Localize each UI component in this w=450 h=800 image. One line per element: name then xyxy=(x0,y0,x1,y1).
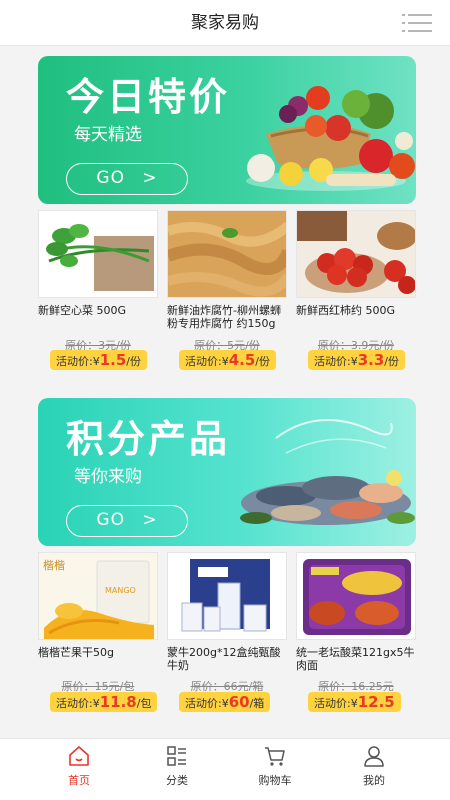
product-name: 统一老坛酸菜121gx5牛肉面 xyxy=(296,646,415,672)
svg-text:MANGO: MANGO xyxy=(105,586,136,595)
banner-subtitle: 等你来购 xyxy=(74,467,142,487)
vegetables-image xyxy=(246,86,415,191)
banner-subtitle: 每天精选 xyxy=(74,125,142,145)
category-icon xyxy=(167,746,186,766)
product-image[interactable] xyxy=(167,210,287,298)
tab-label: 分类 xyxy=(166,774,188,787)
banner-title: 今日特价 xyxy=(66,75,231,119)
product-name: 新鲜油炸腐竹-柳州螺蛳粉专用炸腐竹 约150g xyxy=(167,304,281,330)
home-icon xyxy=(69,746,89,766)
menu-icon[interactable] xyxy=(402,12,432,34)
product-image[interactable]: 楷楷 MANGO xyxy=(38,552,158,640)
product-image[interactable] xyxy=(167,552,287,640)
arrow-icon: > xyxy=(142,168,158,188)
tab-label: 我的 xyxy=(363,774,385,787)
go-button[interactable]: GO > xyxy=(66,505,188,537)
tab-label: 购物车 xyxy=(258,774,292,787)
product-name: 新鲜空心菜 500G xyxy=(38,304,127,317)
promo-value: 60 xyxy=(228,693,250,711)
top-bar: 聚家易购 xyxy=(0,0,450,46)
promo-value: 3.3 xyxy=(357,351,385,369)
promo-value: 1.5 xyxy=(99,351,127,369)
product-name: 新鲜西红柿约 500G xyxy=(296,304,396,317)
promo-price-badge: 活动价:¥3.3/份 xyxy=(308,350,406,370)
seafood-image xyxy=(240,419,415,525)
product-name: 蒙牛200g*12盒纯甄酸牛奶 xyxy=(167,646,281,672)
promo-value: 11.8 xyxy=(99,693,137,711)
promo-price-badge: 活动价:¥1.5/份 xyxy=(50,350,148,370)
go-button[interactable]: GO > xyxy=(66,163,188,195)
promo-prefix: 活动价:¥ xyxy=(314,697,358,710)
promo-prefix: 活动价:¥ xyxy=(185,697,229,710)
promo-unit: /份 xyxy=(384,355,400,368)
points-products-banner[interactable]: 积分产品 等你来购 GO > xyxy=(38,398,416,546)
promo-price-badge: 活动价:¥11.8/包 xyxy=(50,692,158,712)
tab-category[interactable]: 分类 xyxy=(132,739,222,800)
daily-special-banner[interactable]: 今日特价 每天精选 GO > xyxy=(38,56,416,204)
promo-price-badge: 活动价:¥60/箱 xyxy=(179,692,271,712)
go-label: GO xyxy=(96,168,125,188)
tab-home[interactable]: 首页 xyxy=(34,739,124,800)
svg-text:楷楷: 楷楷 xyxy=(43,558,65,572)
product-image[interactable] xyxy=(38,210,158,298)
promo-value: 12.5 xyxy=(357,693,395,711)
promo-prefix: 活动价:¥ xyxy=(314,355,358,368)
promo-prefix: 活动价:¥ xyxy=(56,697,100,710)
banner-title: 积分产品 xyxy=(66,417,231,461)
promo-unit: /箱 xyxy=(249,697,265,710)
promo-prefix: 活动价:¥ xyxy=(56,355,100,368)
tab-label: 首页 xyxy=(68,774,90,787)
promo-unit: /份 xyxy=(255,355,271,368)
promo-value: 4.5 xyxy=(228,351,256,369)
app-root: 聚家易购 今日特价 每天精选 GO > 新鲜空心菜 500G 原价：3元/份 活… xyxy=(0,0,450,800)
go-label: GO xyxy=(96,510,125,530)
promo-prefix: 活动价:¥ xyxy=(185,355,229,368)
user-icon xyxy=(364,746,384,767)
tab-profile[interactable]: 我的 xyxy=(329,739,419,800)
promo-unit: /份 xyxy=(126,355,142,368)
promo-unit: /包 xyxy=(136,697,152,710)
bottom-tab-bar: 首页 分类 购物车 我的 xyxy=(0,738,450,800)
page-title: 聚家易购 xyxy=(191,13,259,33)
product-image[interactable] xyxy=(296,552,416,640)
product-name: 楷楷芒果干50g xyxy=(38,646,114,659)
cart-icon xyxy=(265,747,285,766)
product-image[interactable] xyxy=(296,210,416,298)
arrow-icon: > xyxy=(142,510,158,530)
promo-price-badge: 活动价:¥12.5 xyxy=(308,692,401,712)
tab-cart[interactable]: 购物车 xyxy=(230,739,320,800)
promo-price-badge: 活动价:¥4.5/份 xyxy=(179,350,277,370)
